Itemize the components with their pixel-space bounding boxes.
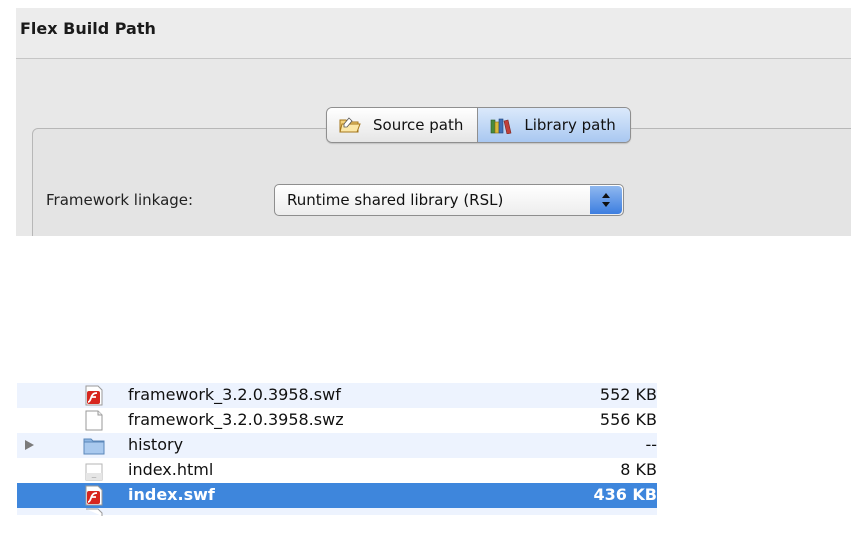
list-item[interactable]: — index.html 8 KB <box>17 458 657 483</box>
file-name: framework_3.2.0.3958.swz <box>128 410 344 429</box>
file-list: framework_3.2.0.3958.swf 552 KB framewor… <box>17 383 657 516</box>
list-item[interactable]: history -- <box>17 433 657 458</box>
document-icon <box>85 410 103 431</box>
file-name: framework_3.2.0.3958.swf <box>128 385 341 404</box>
disclosure-triangle-icon[interactable] <box>25 440 34 450</box>
list-item-selected[interactable]: index.swf 436 KB <box>17 483 657 508</box>
file-size: 8 KB <box>620 460 657 479</box>
svg-text:—: — <box>92 475 97 481</box>
file-name: index.swf <box>128 485 215 504</box>
folder-source-icon <box>339 117 361 133</box>
list-item[interactable]: framework_3.2.0.3958.swf 552 KB <box>17 383 657 408</box>
framework-linkage-label: Framework linkage: <box>46 191 194 209</box>
list-item[interactable]: framework_3.2.0.3958.swz 556 KB <box>17 408 657 433</box>
tab-source-path[interactable]: Source path <box>327 108 479 142</box>
file-name: index.html <box>128 460 214 479</box>
build-path-group <box>32 128 851 236</box>
folder-icon <box>83 438 105 455</box>
flash-swf-icon <box>85 485 103 506</box>
select-stepper-icon[interactable] <box>590 186 622 214</box>
file-size: 436 KB <box>593 485 657 504</box>
tab-library-path[interactable]: Library path <box>478 108 630 142</box>
up-down-arrows-icon <box>602 193 610 207</box>
html-file-icon: — <box>85 463 103 481</box>
file-size: -- <box>645 435 657 454</box>
file-name: history <box>128 435 184 454</box>
flash-swf-icon <box>85 385 103 406</box>
books-library-icon <box>491 118 512 134</box>
framework-linkage-select[interactable]: Runtime shared library (RSL) <box>274 184 624 216</box>
file-size: 552 KB <box>599 385 657 404</box>
path-tab-bar: Source path Library path <box>326 107 631 143</box>
list-item-partial <box>17 508 657 516</box>
tab-library-path-label: Library path <box>524 116 616 134</box>
framework-linkage-value: Runtime shared library (RSL) <box>287 191 504 209</box>
panel-header: Flex Build Path <box>16 8 851 59</box>
document-icon <box>86 508 103 516</box>
tab-source-path-label: Source path <box>373 116 464 134</box>
file-size: 556 KB <box>599 410 657 429</box>
flex-build-path-panel: Flex Build Path Source path Library path… <box>16 8 851 236</box>
page-title: Flex Build Path <box>20 19 156 38</box>
